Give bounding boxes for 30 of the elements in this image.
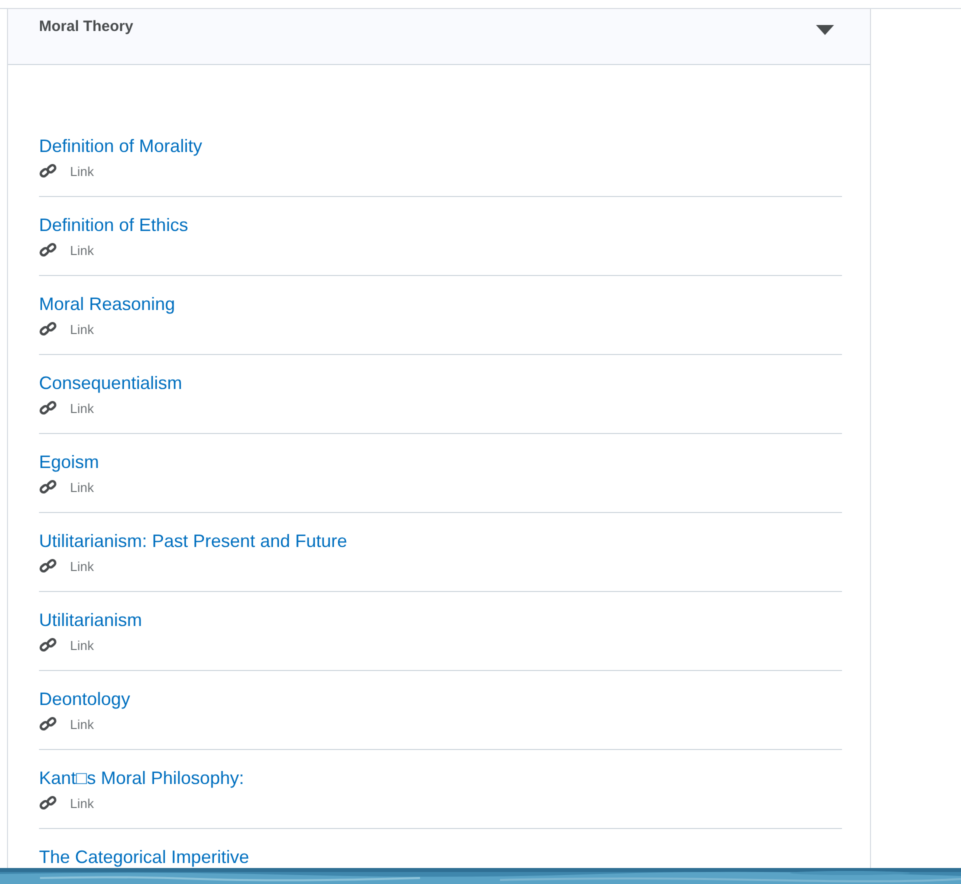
module-title: Moral Theory [39,17,134,37]
chain-link-icon [39,321,57,337]
chain-link-icon [39,637,57,653]
item-type: Link [70,480,94,494]
chain-link-icon [39,479,57,495]
item-link[interactable]: Kant□s Moral Philosophy: [39,767,244,789]
item-link[interactable]: Utilitarianism: Past Present and Future [39,530,348,552]
item-type: Link [70,400,94,416]
item-link[interactable]: Egoism [39,451,100,473]
chain-link-icon [39,163,57,179]
item-link[interactable]: Definition of Morality [39,135,202,157]
item-link[interactable]: Definition of Ethics [39,214,188,236]
item-link[interactable]: The Categorical Imperitive [39,846,250,868]
chain-link-icon [39,716,57,732]
item-link[interactable]: Utilitarianism [39,609,142,631]
chain-link-icon [39,400,57,416]
item-link[interactable]: Deontology [39,688,130,710]
item-type: Link [70,242,94,258]
item-link[interactable]: Consequentialism [39,372,182,394]
chain-link-icon [39,795,57,811]
item-type: Link [70,638,94,652]
chain-link-icon [39,558,57,574]
item-type: Link [70,558,94,574]
item-type: Link [70,322,94,336]
item-link[interactable]: Moral Reasoning [39,293,176,315]
chain-link-icon [39,242,57,258]
item-type: Link [70,164,94,178]
caret-icon[interactable] [816,25,834,35]
item-type: Link [70,796,94,810]
item-type: Link [70,716,94,732]
